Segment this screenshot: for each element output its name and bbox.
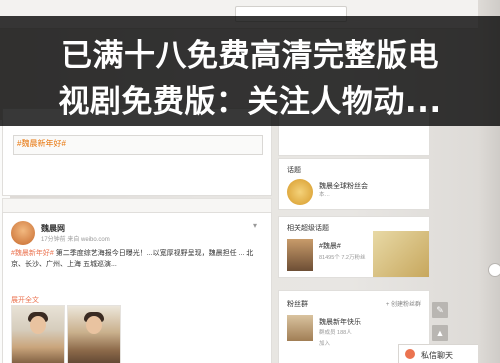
create-fan-group-button[interactable]: + 创建粉丝群 [386, 299, 421, 308]
fan-group-thumb[interactable] [287, 315, 313, 341]
super-topic-banner [373, 231, 429, 277]
scroll-handle[interactable] [488, 263, 500, 277]
super-topic-header: 相关超级话题 [287, 225, 329, 232]
chat-icon [405, 349, 415, 359]
chevron-down-icon[interactable]: ▾ [253, 221, 257, 230]
post-topic-link[interactable]: #魏晨新年好# [11, 250, 54, 257]
headline-line-2: 视剧免费版：关注人物动... [58, 84, 442, 120]
topic-thumb[interactable] [287, 179, 313, 205]
post-body: #魏晨新年好# 第二季度综艺海报今日曝光！...以宽厚视野呈现，魏晨担任 ...… [11, 249, 265, 270]
photo-face [86, 316, 102, 334]
super-topic-sub: 81495个 7.2万粉丝 [319, 255, 366, 261]
fan-group-header: 粉丝群 [287, 301, 308, 308]
post-photo[interactable] [67, 305, 121, 363]
chat-label: 私信聊天 [421, 351, 453, 360]
topic-header: 话题 [287, 167, 301, 174]
composer-topic: #魏晨新年好# [17, 139, 66, 148]
post-meta: 17分钟前 来自 weibo.com [41, 237, 110, 243]
headline-overlay: 已满十八免费高清完整版电 视剧免费版：关注人物动... [0, 16, 500, 126]
feed-post: 魏晨网 17分钟前 来自 weibo.com ▾ #魏晨新年好# 第二季度综艺海… [2, 212, 272, 363]
post-photo[interactable] [11, 305, 65, 363]
topic-card: 话题 魏晨全球粉丝会 本… [278, 158, 430, 210]
super-topic-thumb[interactable] [287, 239, 313, 271]
post-author[interactable]: 魏晨网 [41, 223, 65, 234]
expand-link[interactable]: 展开全文 [11, 295, 39, 305]
author-avatar[interactable] [11, 221, 35, 245]
topic-name[interactable]: 魏晨全球粉丝会 [319, 181, 368, 191]
fan-group-sub: 群成员 188人 [319, 330, 352, 336]
super-topic-card: 相关超级话题 #魏晨# 81495个 7.2万粉丝 [278, 216, 430, 278]
super-topic-name[interactable]: #魏晨# [319, 241, 341, 251]
headline-line-1: 已满十八免费高清完整版电 [61, 38, 439, 74]
topic-sub: 本… [319, 192, 331, 198]
screenshot-stage: #魏晨新年好# 魏晨网 17分钟前 来自 weibo.com ▾ #魏晨新年好#… [0, 0, 500, 363]
fan-group-name[interactable]: 魏晨新年快乐 [319, 317, 361, 327]
back-to-top-icon[interactable]: ▲ [432, 325, 448, 341]
edit-icon[interactable]: ✎ [432, 302, 448, 318]
photo-face [30, 316, 46, 334]
join-fan-group-button[interactable]: 加入 [319, 339, 330, 347]
